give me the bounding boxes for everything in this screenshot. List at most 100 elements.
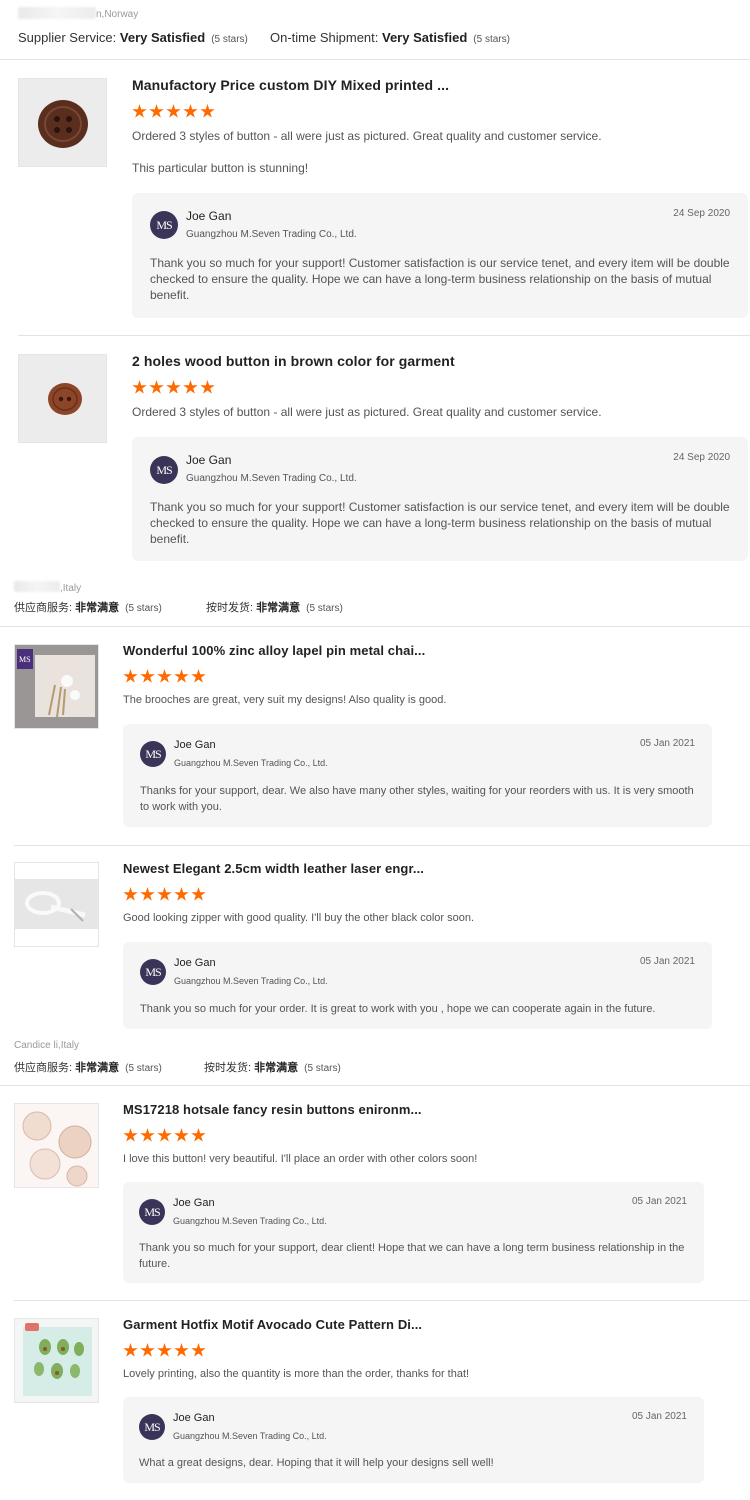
star-icon (140, 669, 155, 683)
reply-author: Joe Gan (186, 209, 232, 223)
reply-body: Thank you so much for your support! Cust… (150, 256, 730, 302)
star-icon (183, 380, 198, 394)
star-icon (149, 380, 164, 394)
supplier-reply: MS Joe Gan Guangzhou M.Seven Trading Co.… (132, 437, 748, 561)
product-title[interactable]: 2 holes wood button in brown color for g… (132, 353, 455, 369)
reply-date: 24 Sep 2020 (673, 452, 730, 463)
star-rating (132, 104, 215, 119)
star-rating (123, 669, 206, 684)
separator (0, 1085, 750, 1086)
star-icon (174, 887, 189, 901)
star-icon (132, 380, 147, 394)
star-icon (140, 1343, 155, 1357)
resin-buttons-image (22, 1111, 92, 1187)
reply-body: What a great designs, dear. Hoping that … (139, 1457, 494, 1469)
separator (14, 1300, 750, 1301)
product-title[interactable]: Manufactory Price custom DIY Mixed print… (132, 77, 449, 93)
supplier-reply: MS Joe Gan Guangzhou M.Seven Trading Co.… (123, 724, 712, 827)
separator (18, 335, 750, 336)
zipper-image (15, 879, 98, 929)
reply-author: Joe Gan (173, 1412, 215, 1424)
star-icon (191, 887, 206, 901)
star-icon (191, 669, 206, 683)
reply-date: 05 Jan 2021 (631, 1196, 687, 1207)
review-text: Lovely printing, also the quantity is mo… (123, 1368, 470, 1380)
reply-author: Joe Gan (174, 957, 216, 969)
reply-date: 05 Jan 2021 (631, 1411, 687, 1422)
star-icon (157, 1343, 172, 1357)
supplier-service-rating: Supplier Service: Very Satisfied (5 stars… (18, 30, 248, 45)
separator (14, 845, 750, 846)
supplier-reply: MS Joe Gan Guangzhou M.Seven Trading Co.… (123, 1182, 704, 1283)
star-icon (132, 104, 147, 118)
star-icon (157, 669, 172, 683)
shipment-rating: 按时发货: 非常满意 (5 stars) (206, 602, 343, 614)
star-icon (174, 1128, 189, 1142)
supplier-service-rating: 供应商服务: 非常满意 (5 stars) (14, 1062, 162, 1074)
star-icon (140, 1128, 155, 1142)
separator (0, 626, 750, 627)
reply-date: 24 Sep 2020 (673, 208, 730, 219)
star-icon (157, 887, 172, 901)
wood-button-image (48, 383, 82, 415)
star-rating (123, 1343, 206, 1358)
review-text: Good looking zipper with good quality. I… (123, 912, 475, 924)
star-rating (123, 887, 206, 902)
star-icon (191, 1128, 206, 1142)
reply-date: 05 Jan 2021 (639, 738, 695, 749)
reply-author: Joe Gan (186, 453, 232, 467)
star-icon (191, 1343, 206, 1357)
supplier-logo: MS (150, 211, 178, 239)
review-text-extra: This particular button is stunning! (132, 161, 309, 175)
wood-button-image (38, 100, 88, 148)
reviewer-country: n,Norway (18, 4, 138, 22)
reply-company: Guangzhou M.Seven Trading Co., Ltd. (173, 1431, 327, 1441)
star-icon (149, 104, 164, 118)
star-icon (123, 669, 138, 683)
product-title[interactable]: Newest Elegant 2.5cm width leather laser… (123, 861, 424, 876)
review-text: Ordered 3 styles of button - all were ju… (132, 405, 602, 419)
product-title[interactable]: MS17218 hotsale fancy resin buttons enir… (123, 1102, 422, 1117)
product-thumbnail[interactable] (14, 1318, 99, 1403)
star-rating (123, 1128, 206, 1143)
reply-date: 05 Jan 2021 (639, 956, 695, 967)
shipment-rating: 按时发货: 非常满意 (5 stars) (204, 1062, 341, 1074)
reply-company: Guangzhou M.Seven Trading Co., Ltd. (174, 976, 328, 986)
star-icon (200, 104, 215, 118)
reply-company: Guangzhou M.Seven Trading Co., Ltd. (186, 229, 357, 240)
reviewer-country: ,Italy (14, 578, 81, 596)
reply-author: Joe Gan (174, 739, 216, 751)
product-title[interactable]: Garment Hotfix Motif Avocado Cute Patter… (123, 1317, 422, 1332)
reply-company: Guangzhou M.Seven Trading Co., Ltd. (173, 1216, 327, 1226)
supplier-logo: MS (150, 456, 178, 484)
product-thumbnail[interactable]: MS (14, 644, 99, 729)
review-text: I love this button! very beautiful. I'll… (123, 1153, 478, 1165)
star-rating (132, 380, 215, 395)
product-title[interactable]: Wonderful 100% zinc alloy lapel pin meta… (123, 643, 425, 658)
star-icon (200, 380, 215, 394)
supplier-logo: MS (140, 959, 166, 985)
reply-body: Thank you so much for your support, dear… (139, 1242, 685, 1270)
star-icon (166, 104, 181, 118)
star-icon (123, 1128, 138, 1142)
shipment-rating: On-time Shipment: Very Satisfied (5 stars… (270, 30, 510, 45)
reply-author: Joe Gan (173, 1197, 215, 1209)
supplier-reply: MS Joe Gan Guangzhou M.Seven Trading Co.… (123, 942, 712, 1029)
separator (0, 59, 750, 60)
star-icon (157, 1128, 172, 1142)
supplier-logo: MS (140, 741, 166, 767)
reply-body: Thank you so much for your support! Cust… (150, 500, 730, 546)
brooch-image: MS (15, 645, 98, 728)
blurred-name (18, 6, 96, 19)
supplier-service-rating: 供应商服务: 非常满意 (5 stars) (14, 602, 162, 614)
reply-body: Thanks for your support, dear. We also h… (140, 785, 694, 813)
star-icon (166, 380, 181, 394)
product-thumbnail[interactable] (14, 862, 99, 947)
blurred-name (14, 581, 60, 593)
product-thumbnail[interactable] (18, 354, 107, 443)
star-icon (183, 104, 198, 118)
supplier-logo: MS (139, 1199, 165, 1225)
product-thumbnail[interactable] (14, 1103, 99, 1188)
product-thumbnail[interactable] (18, 78, 107, 167)
review-text: Ordered 3 styles of button - all were ju… (132, 129, 602, 143)
